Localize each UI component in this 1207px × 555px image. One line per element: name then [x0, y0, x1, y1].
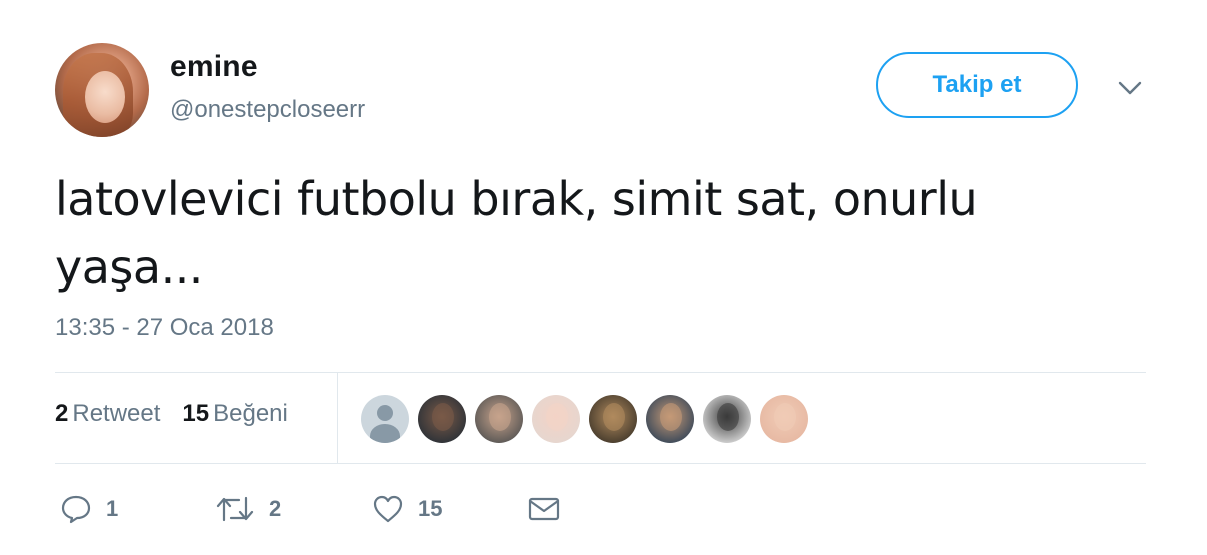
retweet-button[interactable]: 2 — [215, 494, 372, 524]
author-display-name[interactable]: emine — [170, 50, 258, 84]
direct-message-button[interactable] — [527, 495, 561, 523]
follow-button[interactable]: Takip et — [876, 52, 1078, 118]
liker-photo-face — [660, 403, 682, 431]
heart-icon — [373, 495, 403, 523]
tweet-card: emine @onestepcloseerr Takip et latovlev… — [0, 0, 1207, 555]
reply-count: 1 — [106, 496, 119, 521]
liker-avatar[interactable] — [532, 395, 580, 443]
author-handle[interactable]: @onestepcloseerr — [170, 96, 365, 124]
retweet-icon — [216, 496, 254, 522]
retweet-stat-count: 2 — [55, 400, 69, 427]
divider-bottom — [55, 463, 1146, 464]
liker-photo-face — [717, 403, 739, 431]
avatar-face — [85, 71, 125, 123]
like-button[interactable]: 15 — [372, 494, 527, 524]
retweet-count: 2 — [269, 496, 282, 521]
tweet-timestamp[interactable]: 13:35 - 27 Oca 2018 — [55, 314, 274, 342]
tweet-text: latovlevici futbolu bırak, simit sat, on… — [55, 172, 978, 294]
like-stat-count: 15 — [182, 400, 210, 427]
liker-avatar[interactable] — [361, 395, 409, 443]
likers-facepile — [361, 395, 808, 443]
default-avatar-shoulders — [370, 424, 400, 443]
liker-avatar[interactable] — [703, 395, 751, 443]
liker-avatar[interactable] — [475, 395, 523, 443]
tweet-actions: 1 2 15 — [60, 494, 561, 524]
liker-avatar[interactable] — [646, 395, 694, 443]
envelope-icon — [528, 497, 560, 521]
liker-photo-face — [432, 403, 454, 431]
divider-top — [55, 372, 1146, 373]
tweet-menu-button[interactable] — [1115, 76, 1145, 100]
like-count: 15 — [418, 496, 443, 521]
liker-photo-face — [603, 403, 625, 431]
like-stat-label: Beğeni — [213, 400, 288, 427]
liker-photo-face — [546, 403, 568, 431]
stats-divider — [337, 373, 338, 463]
reply-button[interactable]: 1 — [60, 494, 215, 524]
default-avatar-head — [377, 405, 393, 421]
tweet-stats: 2 Retweet 15 Beğeni — [55, 400, 288, 428]
retweet-stat-label: Retweet — [72, 400, 161, 427]
reply-icon — [61, 495, 91, 524]
liker-avatar[interactable] — [760, 395, 808, 443]
retweet-stat[interactable]: 2 Retweet — [55, 400, 160, 428]
user-avatar[interactable] — [55, 43, 149, 137]
liker-avatar[interactable] — [418, 395, 466, 443]
chevron-down-icon — [1118, 81, 1142, 95]
liker-avatar[interactable] — [589, 395, 637, 443]
liker-photo-face — [774, 403, 796, 431]
liker-photo-face — [489, 403, 511, 431]
like-stat[interactable]: 15 Beğeni — [182, 400, 287, 428]
